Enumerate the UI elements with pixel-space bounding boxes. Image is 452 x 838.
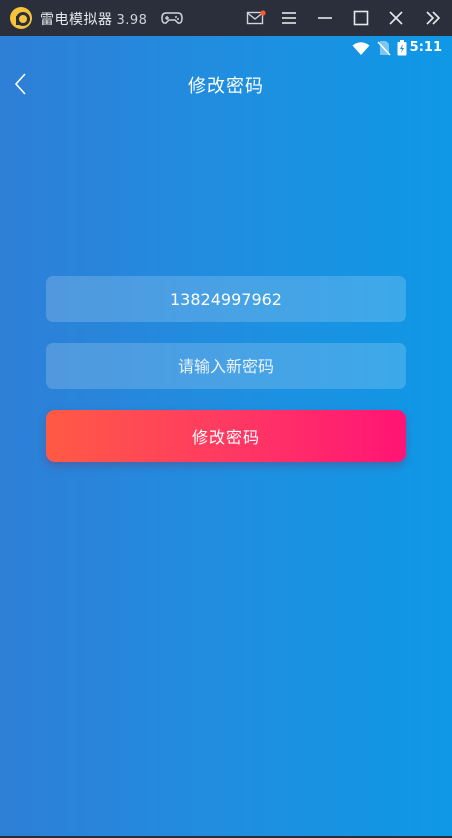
page-title: 修改密码 bbox=[188, 76, 264, 97]
mail-icon[interactable] bbox=[244, 6, 268, 30]
emulator-titlebar: 雷电模拟器 3.98 bbox=[0, 0, 452, 36]
phone-screen: 5:11 修改密码 修改密码 bbox=[0, 36, 452, 836]
collapse-icon[interactable] bbox=[421, 6, 445, 30]
gamepad-icon[interactable] bbox=[160, 6, 184, 30]
phone-number-input[interactable] bbox=[46, 276, 406, 322]
emulator-title: 雷电模拟器 3.98 bbox=[40, 9, 147, 29]
menu-icon[interactable] bbox=[277, 6, 301, 30]
change-password-button[interactable]: 修改密码 bbox=[46, 410, 406, 462]
wifi-icon bbox=[352, 41, 370, 60]
battery-icon bbox=[397, 40, 407, 60]
emulator-logo-icon bbox=[10, 7, 32, 29]
emulator-version: 3.98 bbox=[116, 13, 148, 28]
no-sim-icon bbox=[377, 40, 391, 60]
new-password-input[interactable] bbox=[46, 343, 406, 389]
emulator-app-name: 雷电模拟器 bbox=[40, 12, 113, 28]
status-time: 5:11 bbox=[409, 40, 442, 55]
change-password-button-label: 修改密码 bbox=[191, 428, 260, 447]
close-icon[interactable] bbox=[384, 6, 408, 30]
nav-bar: 修改密码 bbox=[0, 60, 452, 108]
maximize-icon[interactable] bbox=[349, 6, 373, 30]
status-bar: 5:11 bbox=[0, 36, 452, 60]
minimize-icon[interactable] bbox=[313, 6, 337, 30]
